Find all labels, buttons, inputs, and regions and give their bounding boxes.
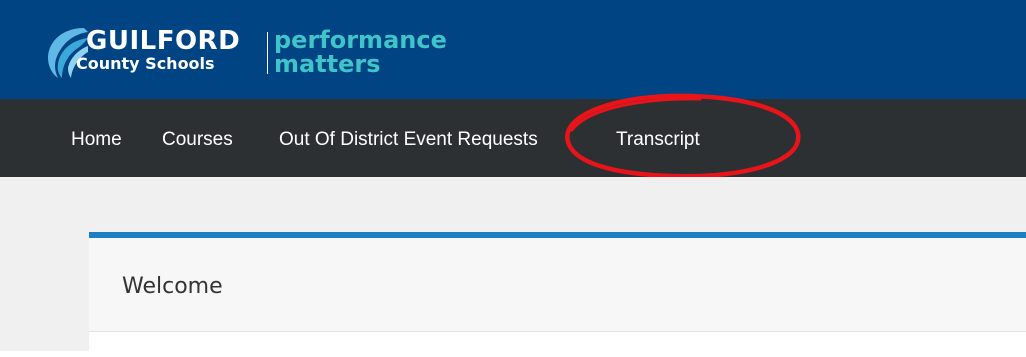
app-header: GUILFORD County Schools performance matt…: [0, 0, 1026, 99]
welcome-panel: Welcome: [89, 232, 1026, 357]
nav-item-home[interactable]: Home: [71, 129, 122, 151]
logo-text-county-schools: County Schools: [76, 54, 215, 73]
main-nav: Home Courses Out Of District Event Reque…: [0, 99, 1026, 177]
district-logo[interactable]: GUILFORD County Schools performance matt…: [44, 22, 464, 90]
logo-text-matters: matters: [274, 50, 381, 78]
panel-body: [89, 332, 1026, 357]
nav-item-courses[interactable]: Courses: [162, 129, 233, 151]
panel-title: Welcome: [122, 274, 223, 299]
logo-text-guilford: GUILFORD: [86, 26, 241, 56]
logo-divider: [267, 32, 268, 74]
nav-item-transcript[interactable]: Transcript: [616, 129, 700, 151]
nav-item-out-of-district-event-requests[interactable]: Out Of District Event Requests: [279, 129, 538, 151]
page-content: Welcome: [0, 177, 1026, 357]
logo-text-performance: performance: [274, 26, 447, 54]
